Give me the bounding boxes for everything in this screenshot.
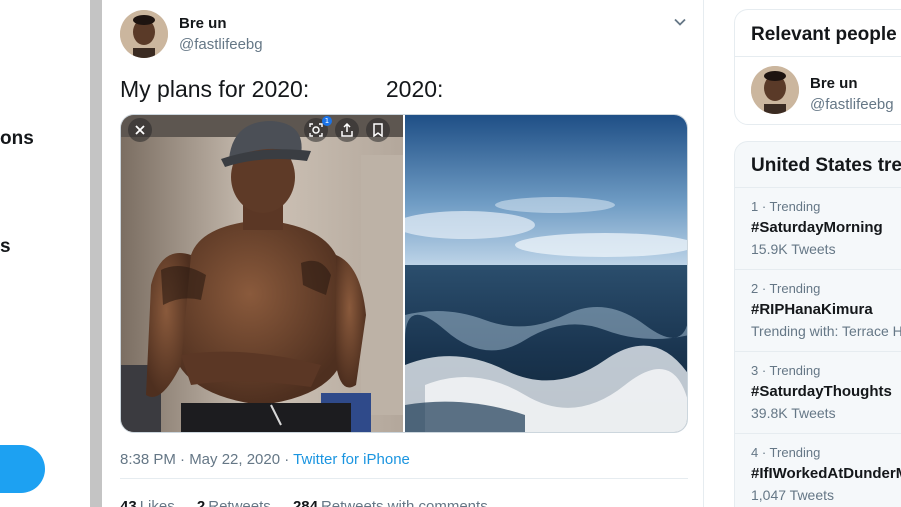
nav-item-lists[interactable]: s [0,236,11,258]
close-icon[interactable] [128,118,152,142]
lens-badge: 1 [322,116,332,126]
relevant-people-panel: Relevant people Bre un @fastlifeebg [734,9,901,125]
retweets-label[interactable]: Retweets [208,498,271,507]
trend-item[interactable]: 4 · Trending #IfIWorkedAtDunderMifflin 1… [735,433,901,507]
share-icon[interactable] [335,118,359,142]
trend-subtext: 39.8K Tweets [751,405,836,421]
trend-meta: 4 · Trending [751,445,821,460]
trend-item[interactable]: 2 · Trending #RIPHanaKimura Trending wit… [735,269,901,351]
compose-tweet-button[interactable] [0,445,45,493]
scrollbar-track [90,0,102,507]
divider [120,478,688,479]
source-link[interactable]: Twitter for iPhone [293,451,410,468]
comments-label[interactable]: Retweets with comments [321,498,488,507]
trends-title: United States trends [751,155,901,176]
author-name[interactable]: Bre un [179,15,227,32]
trend-subtext: 15.9K Tweets [751,241,836,257]
timestamp-text: 8:38 PM · May 22, 2020 · [120,451,294,468]
avatar[interactable] [751,66,799,114]
photo-stormy-sea[interactable] [395,115,687,432]
trend-tag[interactable]: #SaturdayThoughts [751,383,892,400]
tweet-timestamp: 8:38 PM · May 22, 2020 · Twitter for iPh… [120,451,410,468]
divider [735,56,901,57]
trend-meta: 2 · Trending [751,281,821,296]
left-navigation: ons s [0,0,90,507]
relevant-people-title: Relevant people [751,24,897,45]
chevron-down-icon[interactable] [670,12,690,32]
trend-tag[interactable]: #RIPHanaKimura [751,301,873,318]
tweet-media[interactable]: 1 [120,114,688,433]
tweet-stats: 43 Likes 2 Retweets 284 Retweets with comme… [120,498,488,507]
trend-meta: 3 · Trending [751,363,821,378]
relevant-person-handle[interactable]: @fastlifeebg [810,96,894,113]
trend-subtext: 1,047 Tweets [751,487,835,503]
photo-man[interactable] [121,115,403,432]
trend-item[interactable]: 1 · Trending #SaturdayMorning 15.9K Twee… [735,187,901,269]
trend-meta: 1 · Trending [751,199,821,214]
retweets-count[interactable]: 2 [197,498,205,507]
trends-panel: United States trends 1 · Trending #Satur… [734,141,901,507]
bookmark-icon[interactable] [366,118,390,142]
relevant-person-name[interactable]: Bre un [810,75,858,92]
likes-label[interactable]: Likes [140,498,175,507]
likes-count[interactable]: 43 [120,498,137,507]
author-handle[interactable]: @fastlifeebg [179,36,263,53]
nav-item-notifications[interactable]: ons [0,128,34,150]
tweet-detail: Bre un @fastlifeebg My plans for 2020: 2… [102,0,704,507]
trend-tag[interactable]: #IfIWorkedAtDunderMifflin [751,465,901,482]
avatar[interactable] [120,10,168,58]
tweet-text: My plans for 2020: 2020: [120,76,444,102]
trend-tag[interactable]: #SaturdayMorning [751,219,883,236]
trend-subtext: Trending with: Terrace House [751,323,901,339]
comments-count[interactable]: 284 [293,498,318,507]
trend-item[interactable]: 3 · Trending #SaturdayThoughts 39.8K Twe… [735,351,901,433]
